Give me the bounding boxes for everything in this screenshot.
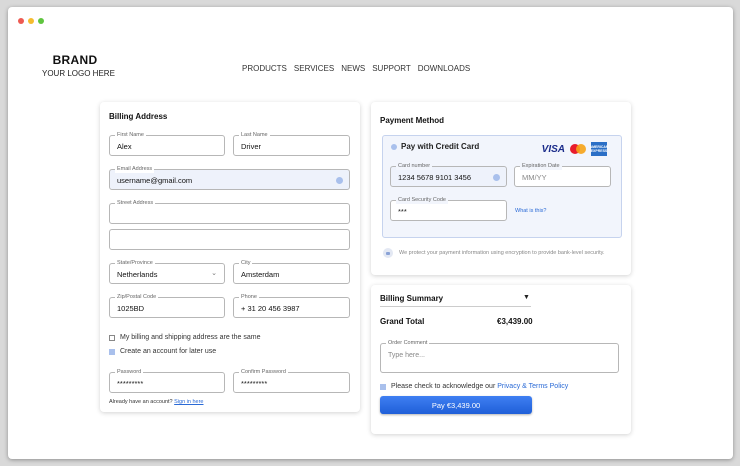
security-code-value: *** xyxy=(398,207,407,216)
password-field[interactable]: Password ********* xyxy=(109,368,225,393)
mastercard-logo xyxy=(570,144,586,154)
card-number-value: 1234 5678 9101 3456 xyxy=(398,173,471,182)
billing-address-card: Billing Address First Name Alex Last Nam… xyxy=(100,102,360,412)
summary-divider xyxy=(380,306,531,307)
street-address-line2-field[interactable] xyxy=(109,229,350,250)
pay-button[interactable]: Pay €3,439.00 xyxy=(380,396,532,414)
city-label: City xyxy=(239,259,253,267)
grand-total-value: €3,439.00 xyxy=(497,317,533,326)
order-comment-label: Order Comment xyxy=(386,339,430,347)
email-label: Email Address xyxy=(115,165,155,173)
security-code-field[interactable]: Card Security Code *** xyxy=(390,196,507,221)
phone-field[interactable]: Phone + 31 20 456 3987 xyxy=(233,293,350,318)
minimize-window-button[interactable] xyxy=(28,18,34,24)
create-account-checkbox[interactable]: Create an account for later use xyxy=(109,348,216,355)
brand-name: BRAND xyxy=(52,53,98,67)
security-note: We protect your payment information usin… xyxy=(399,250,605,256)
confirm-password-field[interactable]: Confirm Password ********* xyxy=(233,368,350,393)
expiration-date-field[interactable]: Expiration Date MM/YY xyxy=(514,162,611,187)
payment-method-title: Payment Method xyxy=(380,116,445,125)
card-number-field[interactable]: Card number 1234 5678 9101 3456 xyxy=(390,162,507,187)
city-value: Amsterdam xyxy=(241,270,280,279)
amex-logo: AMERICAN EXPRESS xyxy=(590,142,608,156)
autofill-icon xyxy=(336,177,343,184)
lock-icon xyxy=(383,248,393,258)
nav-services[interactable]: SERVICES xyxy=(294,64,334,73)
card-number-label: Card number xyxy=(396,162,433,170)
last-name-field[interactable]: Last Name Driver xyxy=(233,131,350,156)
create-account-box[interactable] xyxy=(109,348,115,355)
credit-card-option[interactable]: Pay with Credit Card VISA AMERICAN EXPRE… xyxy=(382,135,622,238)
grand-total-label: Grand Total xyxy=(380,317,425,326)
caret-down-icon[interactable]: ▼ xyxy=(523,294,530,301)
order-comment-placeholder: Type here... xyxy=(388,352,425,359)
confirm-password-value: ********* xyxy=(241,379,268,388)
last-name-value: Driver xyxy=(241,142,261,151)
zip-code-label: Zip/Postal Code xyxy=(115,293,159,301)
window-controls xyxy=(18,18,44,24)
card-logos: VISA AMERICAN EXPRESS xyxy=(541,142,608,156)
credit-card-radio[interactable] xyxy=(391,144,397,150)
confirm-password-label: Confirm Password xyxy=(239,368,288,376)
first-name-label: First Name xyxy=(115,131,146,139)
visa-logo: VISA xyxy=(541,143,565,155)
first-name-field[interactable]: First Name Alex xyxy=(109,131,225,156)
browser-window: BRAND YOUR LOGO HERE PRODUCTS SERVICES N… xyxy=(8,7,733,459)
phone-label: Phone xyxy=(239,293,259,301)
last-name-label: Last Name xyxy=(239,131,270,139)
security-code-label: Card Security Code xyxy=(396,196,448,204)
billing-summary-card: Billing Summary ▼ Grand Total €3,439.00 … xyxy=(371,285,631,434)
signin-prompt-text: Already have an account? xyxy=(109,399,173,405)
nav-products[interactable]: PRODUCTS xyxy=(242,64,287,73)
password-value: ********* xyxy=(117,379,144,388)
same-address-checkbox[interactable]: My billing and shipping address are the … xyxy=(109,334,260,341)
same-address-box[interactable] xyxy=(109,334,115,341)
state-province-label: State/Province xyxy=(115,259,155,267)
expiration-date-label: Expiration Date xyxy=(520,162,562,170)
order-comment-field[interactable]: Order Comment Type here... xyxy=(380,339,619,373)
brand-logo[interactable]: BRAND YOUR LOGO HERE xyxy=(42,53,115,78)
expiration-date-placeholder: MM/YY xyxy=(522,173,547,182)
nav-support[interactable]: SUPPORT xyxy=(372,64,411,73)
signin-prompt: Already have an account? Sign in here xyxy=(109,399,204,405)
create-account-label: Create an account for later use xyxy=(120,348,217,355)
billing-address-title: Billing Address xyxy=(109,112,168,121)
street-address-label: Street Address xyxy=(115,199,156,207)
signin-link[interactable]: Sign in here xyxy=(174,399,203,405)
acknowledge-text: Please check to acknowledge our xyxy=(391,383,496,390)
credit-card-option-label: Pay with Credit Card xyxy=(401,142,480,151)
nav-news[interactable]: NEWS xyxy=(341,64,365,73)
what-is-this-link[interactable]: What is this? xyxy=(515,208,546,214)
state-province-value: Netherlands xyxy=(117,270,158,279)
payment-method-card: Payment Method Pay with Credit Card VISA… xyxy=(371,102,631,275)
email-field[interactable]: Email Address username@gmail.com xyxy=(109,165,350,190)
password-label: Password xyxy=(115,368,144,376)
top-navigation: PRODUCTS SERVICES NEWS SUPPORT DOWNLOADS xyxy=(242,64,470,73)
zip-code-field[interactable]: Zip/Postal Code 1025BD xyxy=(109,293,225,318)
nav-downloads[interactable]: DOWNLOADS xyxy=(418,64,470,73)
privacy-terms-link[interactable]: Privacy & Terms Policy xyxy=(497,383,568,390)
close-window-button[interactable] xyxy=(18,18,24,24)
zip-code-value: 1025BD xyxy=(117,304,145,313)
maximize-window-button[interactable] xyxy=(38,18,44,24)
chevron-down-icon: ⌄ xyxy=(211,270,217,277)
same-address-label: My billing and shipping address are the … xyxy=(120,334,261,341)
first-name-value: Alex xyxy=(117,142,132,151)
acknowledge-box[interactable] xyxy=(380,383,386,390)
email-value: username@gmail.com xyxy=(117,176,193,185)
acknowledge-checkbox[interactable]: Please check to acknowledge our Privacy … xyxy=(380,383,568,390)
brand-tagline: YOUR LOGO HERE xyxy=(42,69,115,78)
autofill-icon xyxy=(493,174,500,181)
billing-summary-title: Billing Summary xyxy=(380,294,444,303)
street-address-field[interactable]: Street Address xyxy=(109,199,350,224)
phone-value: + 31 20 456 3987 xyxy=(241,304,300,313)
city-field[interactable]: City Amsterdam xyxy=(233,259,350,284)
state-province-select[interactable]: State/Province Netherlands ⌄ xyxy=(109,259,225,284)
